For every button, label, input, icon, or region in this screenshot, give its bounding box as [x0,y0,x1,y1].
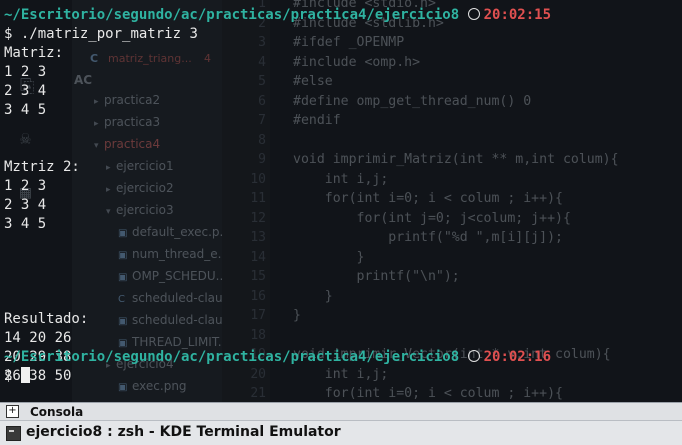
prompt-line-1: ~/Escritorio/segundo/ac/practicas/practi… [4,6,551,25]
add-panel-icon[interactable]: + [6,405,19,418]
input-line[interactable]: $ [4,367,30,386]
terminal-output-line: Mztriz 2: [4,159,80,175]
prompt-path: ~/Escritorio/segundo/ac/practicas/practi… [4,7,460,23]
terminal-output-line: 2 3 4 [4,197,47,213]
terminal-output-line: 3 4 5 [4,102,47,118]
prompt-symbol: $ [4,26,13,42]
terminal-output-line: 3 4 5 [4,216,47,232]
prompt-line-2: ~/Escritorio/segundo/ac/practicas/practi… [4,348,551,367]
prompt-time: 20:02:15 [483,7,552,23]
prompt-time: 20:02:16 [483,349,552,365]
prompt-path: ~/Escritorio/segundo/ac/practicas/practi… [4,349,460,365]
prompt-symbol: $ [4,368,13,384]
window-titlebar[interactable]: ejercicio8 : zsh - KDE Terminal Emulator [0,420,682,445]
terminal-output-line: 1 2 3 [4,64,47,80]
clock-icon [467,350,480,362]
terminal-output-line: 14 20 26 [4,330,72,346]
console-tab[interactable]: Consola [30,405,83,419]
console-panel-bar: + Consola [0,402,682,421]
terminal-output-line: Matriz: [4,45,64,61]
terminal-app-icon [6,426,21,441]
terminal-output-line: 1 2 3 [4,178,47,194]
terminal-output-line: Resultado: [4,311,89,327]
terminal-output-line: 2 3 4 [4,83,47,99]
window-title: ejercicio8 : zsh - KDE Terminal Emulator [26,424,341,440]
clock-icon [467,8,480,20]
command-text: ./matriz_por_matriz 3 [20,26,198,42]
command-line: $ ./matriz_por_matriz 3 [4,25,198,44]
text-cursor [20,367,30,383]
terminal-output[interactable]: ~/Escritorio/segundo/ac/practicas/practi… [4,0,682,402]
